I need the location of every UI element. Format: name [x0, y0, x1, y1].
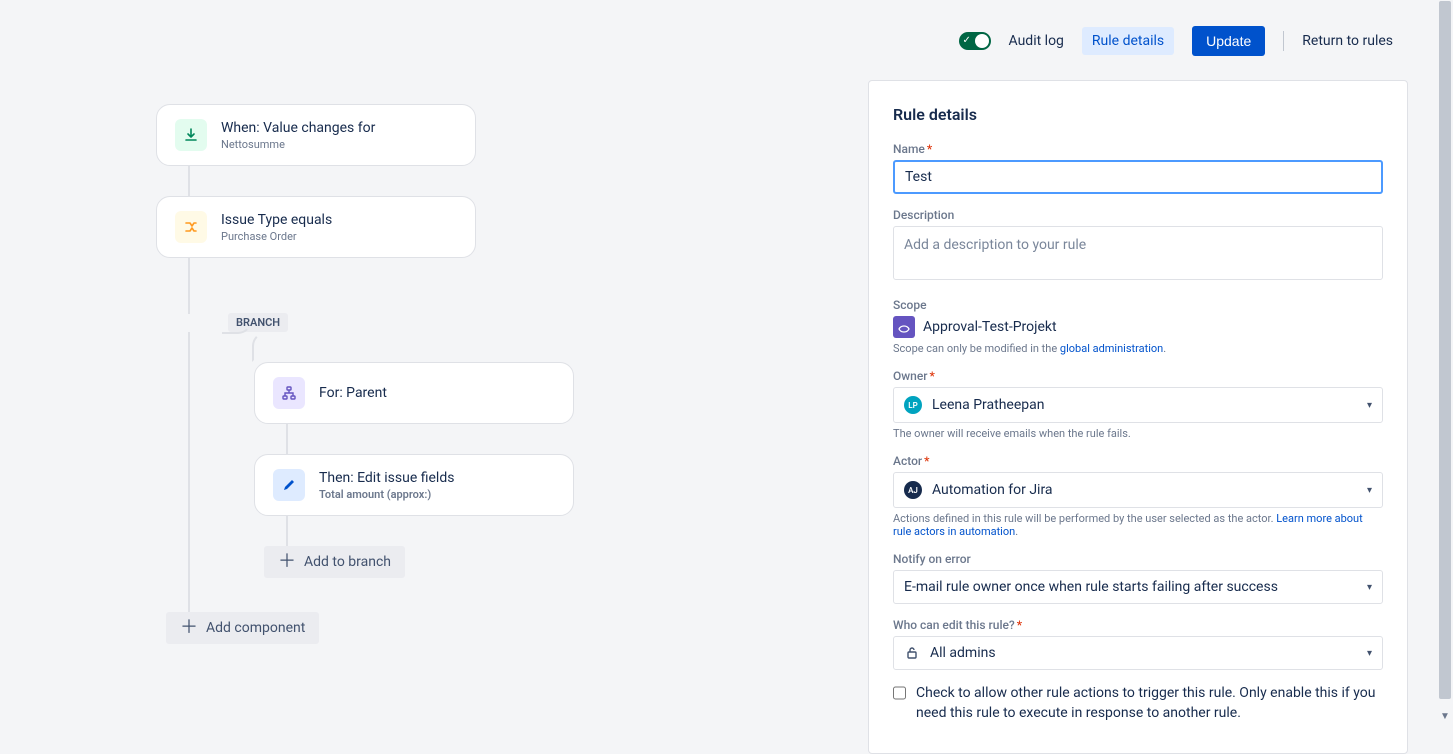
update-button[interactable]: Update: [1192, 26, 1265, 56]
allow-trigger-checkbox[interactable]: [893, 686, 906, 700]
branch-title: For: Parent: [319, 385, 387, 401]
add-to-branch-label: Add to branch: [304, 554, 391, 570]
rule-enabled-toggle[interactable]: ✓: [959, 32, 991, 50]
name-input[interactable]: [893, 160, 1383, 194]
trigger-card[interactable]: When: Value changes for Nettosumme: [156, 104, 476, 166]
edit-rule-label: Who can edit this rule?: [893, 618, 1015, 632]
audit-log-link[interactable]: Audit log: [1009, 33, 1064, 49]
check-icon: ✓: [963, 35, 971, 47]
notify-label: Notify on error: [893, 552, 971, 566]
plus-icon: ＋: [180, 621, 198, 635]
connector: [188, 166, 190, 196]
actor-select[interactable]: AJ Automation for Jira ▾: [893, 472, 1383, 508]
connector: [188, 258, 190, 314]
scroll-down-icon: ▼: [1440, 711, 1450, 721]
scope-help-text: Scope can only be modified in the: [893, 342, 1060, 355]
actor-help-text: Actions defined in this rule will be per…: [893, 512, 1276, 525]
branch-icon: [273, 377, 305, 409]
description-input[interactable]: [893, 226, 1383, 280]
chevron-down-icon: ▾: [1367, 582, 1372, 593]
trigger-subtitle: Nettosumme: [221, 138, 375, 151]
chevron-down-icon: ▾: [1367, 485, 1372, 496]
unlock-icon: [904, 645, 920, 661]
divider: [1283, 31, 1284, 51]
description-label: Description: [893, 208, 954, 222]
add-to-branch-button[interactable]: ＋ Add to branch: [264, 546, 405, 578]
actor-label: Actor: [893, 454, 922, 468]
trigger-title: When: Value changes for: [221, 120, 375, 136]
scrollbar-thumb[interactable]: [1439, 1, 1451, 699]
connector: [286, 424, 288, 454]
project-icon: [893, 316, 915, 338]
notify-value: E-mail rule owner once when rule starts …: [904, 579, 1278, 595]
required-asterisk: *: [927, 142, 932, 156]
scope-project-name: Approval-Test-Projekt: [923, 319, 1057, 335]
actor-value: Automation for Jira: [932, 482, 1053, 498]
branch-for-card[interactable]: For: Parent: [254, 362, 574, 424]
owner-select[interactable]: LP Leena Pratheepan ▾: [893, 387, 1383, 423]
global-admin-link[interactable]: global administration: [1060, 342, 1163, 355]
chevron-down-icon: ▾: [1367, 648, 1372, 659]
chevron-down-icon: ▾: [1367, 400, 1372, 411]
edit-rule-select[interactable]: All admins ▾: [893, 636, 1383, 670]
notify-select[interactable]: E-mail rule owner once when rule starts …: [893, 570, 1383, 604]
required-asterisk: *: [930, 369, 935, 383]
return-to-rules-link[interactable]: Return to rules: [1302, 33, 1393, 49]
action-subtitle: Total amount (approx:): [319, 488, 454, 501]
condition-icon: [175, 211, 207, 243]
edit-icon: [273, 469, 305, 501]
edit-rule-value: All admins: [930, 645, 996, 661]
action-title: Then: Edit issue fields: [319, 470, 454, 486]
rule-details-tab[interactable]: Rule details: [1082, 27, 1174, 55]
vertical-scrollbar[interactable]: ▼: [1437, 0, 1453, 723]
rule-details-panel: Rule details Name* Description Scope App…: [868, 80, 1408, 754]
add-component-label: Add component: [206, 620, 305, 636]
actor-avatar-icon: AJ: [904, 481, 922, 499]
action-card[interactable]: Then: Edit issue fields Total amount (ap…: [254, 454, 574, 516]
trigger-icon: [175, 119, 207, 151]
condition-subtitle: Purchase Order: [221, 230, 332, 243]
add-component-button[interactable]: ＋ Add component: [166, 612, 319, 644]
toggle-knob: [975, 34, 989, 48]
condition-title: Issue Type equals: [221, 212, 332, 228]
connector: [286, 516, 288, 546]
required-asterisk: *: [924, 454, 929, 468]
condition-card[interactable]: Issue Type equals Purchase Order: [156, 196, 476, 258]
required-asterisk: *: [1017, 618, 1022, 632]
owner-help-text: The owner will receive emails when the r…: [893, 427, 1383, 440]
name-label: Name: [893, 142, 925, 156]
panel-title: Rule details: [893, 105, 1383, 124]
owner-label: Owner: [893, 369, 928, 383]
plus-icon: ＋: [278, 555, 296, 569]
avatar-icon: LP: [904, 396, 922, 414]
allow-trigger-label: Check to allow other rule actions to tri…: [916, 684, 1383, 723]
scope-label: Scope: [893, 298, 927, 312]
owner-value: Leena Pratheepan: [932, 397, 1044, 413]
